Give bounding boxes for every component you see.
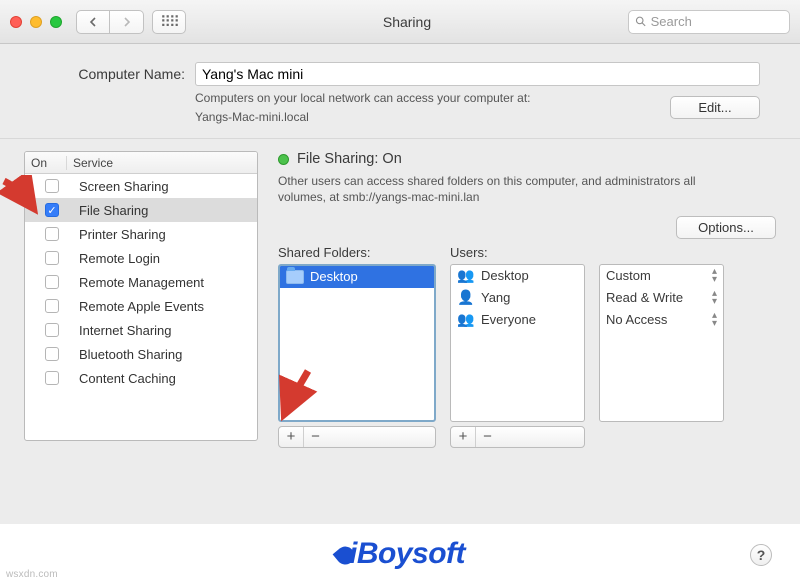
service-row[interactable]: Bluetooth Sharing <box>25 342 257 366</box>
service-row[interactable]: ✓ File Sharing <box>25 198 257 222</box>
help-button[interactable]: ? <box>750 544 772 566</box>
service-label: Remote Apple Events <box>73 299 251 314</box>
service-row[interactable]: Remote Apple Events <box>25 294 257 318</box>
permission-item[interactable]: No Access ▴▾ <box>600 309 723 331</box>
user-label: Everyone <box>481 312 536 327</box>
user-item[interactable]: 👥 Everyone <box>451 309 584 331</box>
remove-user-button[interactable]: − <box>475 427 499 447</box>
remove-folder-button[interactable]: − <box>303 427 327 447</box>
folder-icon <box>286 270 304 284</box>
service-checkbox[interactable] <box>45 275 59 289</box>
permission-item[interactable]: Read & Write ▴▾ <box>600 287 723 309</box>
service-checkbox[interactable] <box>45 251 59 265</box>
titlebar: ⠿⠿ Sharing <box>0 0 800 44</box>
options-button[interactable]: Options... <box>676 216 776 239</box>
col-service[interactable]: Service <box>67 156 257 170</box>
status-indicator-icon <box>278 154 289 165</box>
service-label: Printer Sharing <box>73 227 251 242</box>
permission-label: Read & Write <box>606 290 683 305</box>
shared-folders-list[interactable]: Desktop <box>278 264 436 422</box>
back-button[interactable] <box>76 10 110 34</box>
forward-button[interactable] <box>110 10 144 34</box>
service-checkbox[interactable]: ✓ <box>45 203 59 217</box>
service-label: Bluetooth Sharing <box>73 347 251 362</box>
service-label: Content Caching <box>73 371 251 386</box>
service-row[interactable]: Internet Sharing <box>25 318 257 342</box>
folders-add-remove: + − <box>278 426 436 448</box>
search-input[interactable] <box>651 14 783 29</box>
users-add-remove: + − <box>450 426 585 448</box>
users-list[interactable]: 👥 Desktop 👤 Yang 👥 Everyone <box>450 264 585 422</box>
service-checkbox[interactable] <box>45 347 59 361</box>
service-label: Remote Login <box>73 251 251 266</box>
main-panel: On Service Screen Sharing ✓ File Sharing Pr… <box>0 139 800 533</box>
service-checkbox[interactable] <box>45 227 59 241</box>
add-folder-button[interactable]: + <box>279 427 303 447</box>
services-table: On Service Screen Sharing ✓ File Sharing Pr… <box>24 151 258 441</box>
footer: iBoysoft ? wsxdn.com <box>0 524 800 584</box>
status-title: File Sharing: On <box>297 151 402 167</box>
folder-item[interactable]: Desktop <box>280 266 434 288</box>
group-icon: 👥 <box>457 311 475 328</box>
stepper-icon[interactable]: ▴▾ <box>712 290 717 306</box>
permission-label: Custom <box>606 268 651 283</box>
status-description: Other users can access shared folders on… <box>278 173 698 205</box>
stepper-icon[interactable]: ▴▾ <box>712 268 717 284</box>
watermark-text: wsxdn.com <box>6 569 58 580</box>
permissions-column: . Custom▴▾Read & Write▴▾No Access▴▾ <box>599 245 724 448</box>
users-column: Users: 👥 Desktop 👤 Yang 👥 Everyone + − <box>450 245 585 448</box>
service-checkbox[interactable] <box>45 323 59 337</box>
service-label: File Sharing <box>73 203 251 218</box>
shared-folders-column: Shared Folders: Desktop + − <box>278 245 436 448</box>
permission-item[interactable]: Custom ▴▾ <box>600 265 723 287</box>
nav-back-forward <box>76 10 144 34</box>
stepper-icon[interactable]: ▴▾ <box>712 312 717 328</box>
users-label: Users: <box>450 245 585 260</box>
service-row[interactable]: Screen Sharing <box>25 174 257 198</box>
minimize-icon[interactable] <box>30 16 42 28</box>
service-row[interactable]: Printer Sharing <box>25 222 257 246</box>
service-checkbox[interactable] <box>45 299 59 313</box>
service-row[interactable]: Remote Login <box>25 246 257 270</box>
computer-hostname: Yangs-Mac-mini.local <box>195 110 640 124</box>
window-controls <box>10 16 62 28</box>
all-prefs-button[interactable]: ⠿⠿ <box>152 10 186 34</box>
computer-name-input[interactable] <box>195 62 760 86</box>
computer-name-desc: Computers on your local network can acce… <box>195 90 640 106</box>
user-label: Desktop <box>481 268 529 283</box>
close-icon[interactable] <box>10 16 22 28</box>
search-icon <box>635 15 647 28</box>
services-header: On Service <box>25 152 257 174</box>
window-title: Sharing <box>194 14 620 30</box>
grid-icon: ⠿⠿ <box>160 13 178 31</box>
service-row[interactable]: Remote Management <box>25 270 257 294</box>
add-user-button[interactable]: + <box>451 427 475 447</box>
service-checkbox[interactable] <box>45 371 59 385</box>
user-item[interactable]: 👤 Yang <box>451 287 584 309</box>
search-field[interactable] <box>628 10 790 34</box>
edit-hostname-button[interactable]: Edit... <box>670 96 760 119</box>
group-icon: 👥 <box>457 267 475 284</box>
user-label: Yang <box>481 290 510 305</box>
brand-logo: iBoysoft <box>335 537 465 571</box>
user-item[interactable]: 👥 Desktop <box>451 265 584 287</box>
user-icon: 👤 <box>457 289 475 306</box>
zoom-icon[interactable] <box>50 16 62 28</box>
service-label: Remote Management <box>73 275 251 290</box>
service-label: Screen Sharing <box>73 179 251 194</box>
service-detail: File Sharing: On Other users can access … <box>258 151 776 521</box>
service-checkbox[interactable] <box>45 179 59 193</box>
service-label: Internet Sharing <box>73 323 251 338</box>
computer-name-section: Computer Name: Computers on your local n… <box>0 44 800 139</box>
service-row[interactable]: Content Caching <box>25 366 257 390</box>
permissions-list[interactable]: Custom ▴▾ Read & Write ▴▾ No Access ▴▾ <box>599 264 724 422</box>
col-on[interactable]: On <box>25 156 67 170</box>
brand-text: iBoysoft <box>349 537 465 570</box>
permission-label: No Access <box>606 312 667 327</box>
computer-name-label: Computer Name: <box>40 66 185 82</box>
folder-label: Desktop <box>310 269 358 284</box>
shared-folders-label: Shared Folders: <box>278 245 436 260</box>
